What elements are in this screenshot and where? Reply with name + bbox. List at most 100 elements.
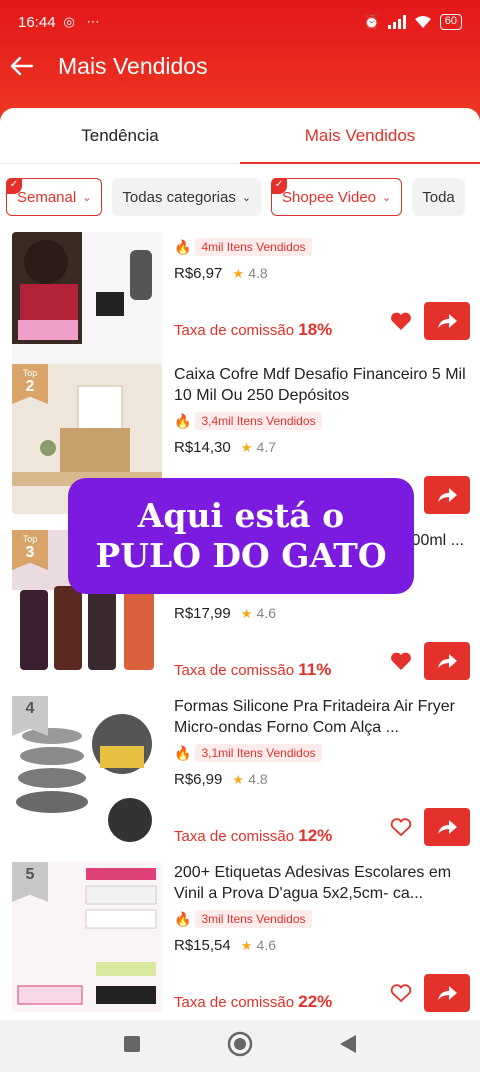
back-button[interactable] bbox=[0, 44, 44, 88]
filter-period-label: Semanal bbox=[17, 188, 77, 206]
product-image bbox=[12, 232, 162, 382]
check-icon: ✓ bbox=[6, 178, 22, 194]
commission-rate: 12% bbox=[298, 826, 333, 845]
price-row: R$6,99 ★ 4.8 bbox=[174, 771, 268, 788]
favorite-button[interactable] bbox=[384, 810, 418, 844]
sold-info: 🔥 3mil Itens Vendidos bbox=[174, 910, 312, 928]
chevron-down-icon: ⌄ bbox=[82, 191, 92, 204]
fire-icon: 🔥 bbox=[174, 412, 192, 429]
notification-icons: ◎ ⋯ bbox=[63, 14, 104, 29]
tab-tendencia[interactable]: Tendência bbox=[0, 108, 240, 163]
signal-icon bbox=[387, 15, 406, 29]
chevron-down-icon: ⌄ bbox=[241, 191, 252, 204]
fire-icon: 🔥 bbox=[174, 910, 192, 927]
heart-filled-icon bbox=[391, 652, 411, 670]
share-button[interactable] bbox=[424, 476, 470, 514]
status-right: ⏰ 60 bbox=[364, 14, 462, 30]
sold-info: 🔥 3,1mil Itens Vendidos bbox=[174, 744, 322, 762]
share-button[interactable] bbox=[424, 808, 470, 846]
sold-count: 4mil Itens Vendidos bbox=[195, 238, 312, 256]
share-icon bbox=[438, 986, 457, 1000]
commission-rate: 18% bbox=[298, 320, 333, 339]
commission: Taxa de comissão 12% bbox=[174, 826, 332, 846]
filter-more[interactable]: Toda bbox=[412, 178, 465, 216]
commission-label: Taxa de comissão bbox=[174, 662, 295, 679]
commission-label: Taxa de comissão bbox=[174, 828, 295, 845]
share-icon bbox=[438, 314, 457, 328]
heart-outline-icon bbox=[390, 818, 412, 837]
product-title: Formas Silicone Pra Fritadeira Air Fryer… bbox=[174, 698, 455, 736]
filter-category[interactable]: Todas categorias ⌄ bbox=[112, 178, 262, 216]
filter-more-label: Toda bbox=[422, 188, 455, 206]
price-row: R$14,30 ★ 4.7 bbox=[174, 439, 276, 456]
favorite-button[interactable] bbox=[384, 304, 418, 338]
commission-label: Taxa de comissão bbox=[174, 994, 295, 1011]
price-row: R$6,97 ★ 4.8 bbox=[174, 265, 268, 282]
page-title: Mais Vendidos bbox=[58, 52, 208, 79]
sold-info: 🔥 3,4mil Itens Vendidos bbox=[174, 412, 322, 430]
square-icon bbox=[124, 1035, 140, 1052]
circle-icon bbox=[227, 1031, 253, 1056]
filter-period[interactable]: ✓ Semanal ⌄ bbox=[6, 178, 103, 216]
commission: Taxa de comissão 18% bbox=[174, 320, 332, 340]
filter-bar: ✓ Semanal ⌄ Todas categorias ⌄ ✓ Shopee … bbox=[0, 164, 480, 230]
favorite-button[interactable] bbox=[384, 976, 418, 1010]
heart-outline-icon bbox=[390, 984, 412, 1003]
filter-category-label: Todas categorias bbox=[122, 188, 236, 206]
list-item[interactable]: 5 200+ Etiquetas Adesivas Escolares em V… bbox=[0, 862, 480, 1020]
arrow-left-icon bbox=[10, 56, 34, 76]
price: R$15,54 bbox=[174, 937, 231, 954]
fire-icon: 🔥 bbox=[174, 238, 192, 255]
triangle-back-icon bbox=[340, 1034, 356, 1053]
caption-line-2: PULO DO GATO bbox=[95, 536, 387, 575]
star-icon: ★ bbox=[240, 440, 253, 455]
star-icon: ★ bbox=[232, 772, 245, 787]
star-icon: ★ bbox=[240, 938, 253, 953]
chevron-down-icon: ⌄ bbox=[382, 191, 392, 204]
filter-shopee-video-label: Shopee Video bbox=[282, 188, 377, 206]
commission-label: Taxa de comissão bbox=[174, 322, 295, 339]
commission-rate: 22% bbox=[298, 992, 333, 1011]
star-icon: ★ bbox=[240, 606, 253, 621]
tab-mais-vendidos[interactable]: Mais Vendidos bbox=[240, 108, 480, 164]
share-button[interactable] bbox=[424, 642, 470, 680]
rating: 4.8 bbox=[248, 265, 268, 281]
sold-info: 🔥 4mil Itens Vendidos bbox=[174, 238, 312, 256]
rating: 4.7 bbox=[256, 439, 277, 455]
commission: Taxa de comissão 11% bbox=[174, 660, 331, 680]
product-title: Caixa Cofre Mdf Desafio Financeiro 5 Mil… bbox=[174, 366, 466, 404]
sold-count: 3,1mil Itens Vendidos bbox=[195, 744, 322, 762]
share-button[interactable] bbox=[424, 302, 470, 340]
rating: 4.6 bbox=[256, 937, 277, 953]
status-bar: 16:44 ◎ ⋯ ⏰ 60 bbox=[0, 0, 480, 44]
share-icon bbox=[438, 488, 457, 502]
favorite-button[interactable] bbox=[384, 644, 418, 678]
price: R$17,99 bbox=[174, 605, 231, 622]
product-title: 200+ Etiquetas Adesivas Escolares em Vin… bbox=[174, 864, 452, 902]
alarm-icon: ⏰ bbox=[363, 14, 380, 29]
share-button[interactable] bbox=[424, 974, 470, 1012]
price: R$6,97 bbox=[174, 265, 223, 282]
list-item[interactable]: 4 Formas Silicone Pra Fritadeira Air Fry… bbox=[0, 696, 480, 862]
tab-bar: Tendência Mais Vendidos bbox=[0, 108, 480, 164]
filter-shopee-video[interactable]: ✓ Shopee Video ⌄ bbox=[271, 178, 403, 216]
star-icon: ★ bbox=[232, 266, 245, 281]
wifi-icon bbox=[414, 16, 431, 28]
heart-filled-icon bbox=[391, 312, 411, 330]
price-row: R$15,54 ★ 4.6 bbox=[174, 937, 276, 954]
home-button[interactable] bbox=[227, 1031, 253, 1062]
check-icon: ✓ bbox=[271, 178, 288, 194]
fire-icon: 🔥 bbox=[174, 744, 192, 761]
commission: Taxa de comissão 22% bbox=[174, 992, 332, 1012]
rating: 4.8 bbox=[248, 771, 268, 787]
battery-icon: 60 bbox=[439, 14, 462, 30]
video-caption-overlay: Aqui está o PULO DO GATO bbox=[68, 478, 414, 594]
sold-count: 3,4mil Itens Vendidos bbox=[195, 412, 322, 430]
recents-button[interactable] bbox=[123, 1035, 141, 1058]
price: R$6,99 bbox=[174, 771, 223, 788]
rating: 4.6 bbox=[256, 605, 277, 621]
back-nav-button[interactable] bbox=[339, 1034, 357, 1059]
sold-count: 3mil Itens Vendidos bbox=[195, 910, 312, 928]
price-row: R$17,99 ★ 4.6 bbox=[174, 605, 276, 622]
share-icon bbox=[438, 654, 457, 668]
